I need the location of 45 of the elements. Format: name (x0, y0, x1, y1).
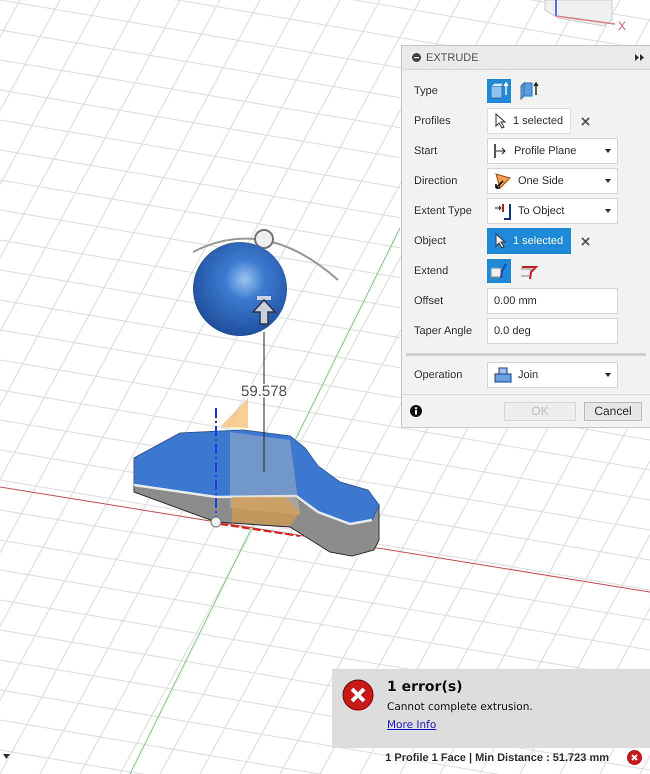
plane-start-icon (494, 143, 508, 159)
cursor-icon (495, 113, 507, 129)
field-label: Start (414, 145, 438, 157)
error-icon[interactable] (627, 750, 642, 765)
collapse-icon[interactable] (412, 53, 421, 62)
join-icon (494, 366, 512, 384)
selection-button[interactable]: 1 selected (487, 108, 572, 134)
origin-point[interactable] (210, 516, 222, 528)
input-field[interactable]: 0.0 deg (487, 318, 618, 344)
caret-icon[interactable] (3, 754, 10, 759)
extrude-sphere-handle[interactable] (193, 242, 287, 336)
error-title: 1 error(s) (387, 679, 464, 695)
field-label: Operation (414, 369, 464, 381)
direction-icon (494, 172, 512, 190)
field-label: Offset (414, 295, 444, 307)
panel-title: EXTRUDE (426, 52, 480, 64)
angle-handle[interactable] (254, 229, 274, 249)
dropdown[interactable]: Join (487, 362, 618, 388)
info-icon[interactable] (410, 405, 422, 417)
field-label: Profiles (414, 115, 452, 127)
error-message: Cannot complete extrusion. (387, 701, 533, 713)
view-cube[interactable] (544, 0, 616, 27)
extend-icon[interactable] (487, 259, 511, 283)
field-label: Object (414, 235, 447, 247)
dropdown[interactable]: To Object (487, 198, 618, 224)
field-label: Type (414, 85, 439, 97)
dropdown[interactable]: Profile Plane (487, 138, 618, 164)
cursor-icon (495, 233, 507, 249)
preview-plane (220, 398, 248, 428)
field-label: Extend (414, 265, 450, 277)
to-object-icon (494, 202, 512, 220)
more-info-link[interactable]: More Info (387, 719, 436, 731)
arrow-icon[interactable] (251, 296, 277, 325)
field-label: Direction (414, 175, 458, 187)
dropdown[interactable]: One Side (487, 168, 618, 194)
field-label: Taper Angle (414, 325, 474, 337)
error-icon (342, 679, 374, 711)
expand-icon[interactable] (635, 54, 644, 61)
solid-extrude-icon[interactable] (487, 79, 511, 103)
status-text: 1 Profile 1 Face | Min Distance : 51.723 mm (385, 752, 609, 764)
input-field[interactable]: 0.00 mm (487, 288, 618, 314)
field-label: Extent Type (414, 205, 473, 217)
cancel-button[interactable]: Cancel (584, 402, 642, 420)
selection-button[interactable]: 1 selected (487, 228, 572, 254)
axis-label: X (618, 19, 626, 33)
